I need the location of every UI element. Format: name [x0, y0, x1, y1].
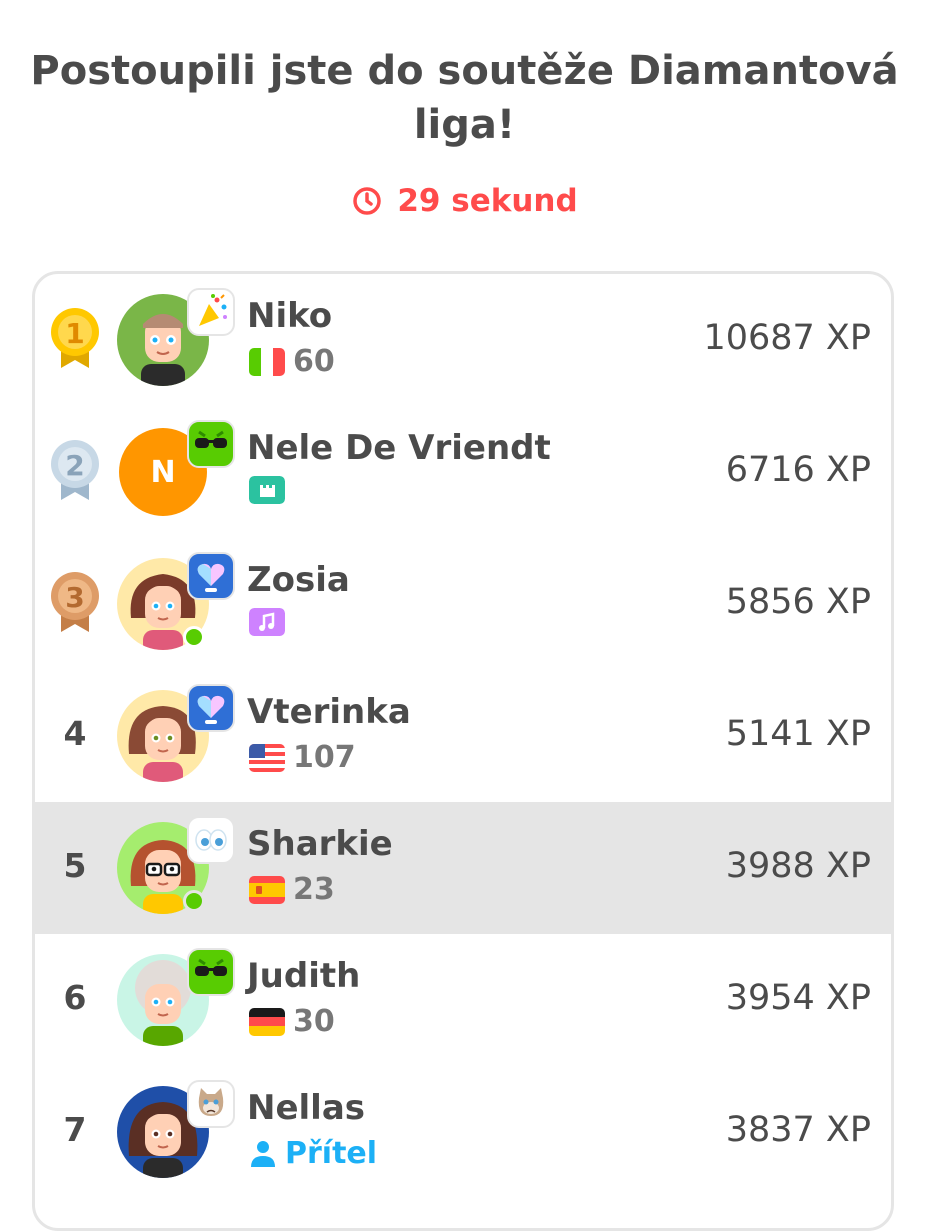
- streak-count: 60: [293, 344, 335, 379]
- medal-rank-number: 3: [65, 581, 84, 614]
- streak-info: 30: [249, 1004, 335, 1039]
- course-info: [249, 476, 285, 504]
- friend-text: Přítel: [285, 1136, 378, 1171]
- leaderboard-row[interactable]: 4 Vterinka 107 5141 XP: [35, 670, 891, 802]
- streak-count: 30: [293, 1004, 335, 1039]
- leaderboard-row[interactable]: 2 N Nele De Vriendt 6716 XP: [35, 406, 891, 538]
- xp-value: 10687 XP: [703, 318, 871, 358]
- music-note-icon: [249, 608, 285, 636]
- rank-number: 4: [63, 714, 87, 753]
- xp-value: 3837 XP: [725, 1110, 871, 1150]
- grumpy-cat-icon: [187, 1080, 235, 1128]
- streak-info: 23: [249, 872, 335, 907]
- spain-flag-icon: [249, 875, 285, 904]
- user-name: Zosia: [247, 560, 350, 600]
- xp-value: 5856 XP: [725, 582, 871, 622]
- user-name: Vterinka: [247, 692, 411, 732]
- user-name: Sharkie: [247, 824, 393, 864]
- leaderboard-row[interactable]: 1 Niko 60 10687 XP: [35, 274, 891, 406]
- course-info: [249, 608, 285, 636]
- rank-number: 6: [63, 978, 87, 1017]
- bronze-medal-icon: 3: [49, 570, 101, 634]
- streak-info: 60: [249, 344, 335, 379]
- italy-flag-icon: [249, 347, 285, 376]
- medal-rank-number: 1: [65, 317, 84, 350]
- xp-value: 5141 XP: [725, 714, 871, 754]
- friend-label: Přítel: [249, 1136, 377, 1171]
- silver-medal-icon: 2: [49, 438, 101, 502]
- leaderboard-row[interactable]: 7 Nellas Přítel 3837 XP: [35, 1066, 891, 1198]
- rank-number: 7: [63, 1110, 87, 1149]
- user-name: Judith: [247, 956, 361, 996]
- eyes-icon: [187, 816, 235, 864]
- title-line-2: liga!: [413, 102, 516, 148]
- countdown-timer: 29 sekund: [0, 183, 929, 219]
- leaderboard-row[interactable]: 3 Zosia 5856 XP: [35, 538, 891, 670]
- xp-value: 6716 XP: [725, 450, 871, 490]
- user-name: Niko: [247, 296, 333, 336]
- heart-trophy-icon: [187, 684, 235, 732]
- party-popper-icon: [187, 288, 235, 336]
- gold-medal-icon: 1: [49, 306, 101, 370]
- castle-icon: [249, 476, 285, 504]
- leaderboard-row[interactable]: 6 Judith 30 3954 XP: [35, 934, 891, 1066]
- sunglasses-icon: [187, 420, 235, 468]
- xp-value: 3988 XP: [725, 846, 871, 886]
- title-line-1: Postoupili jste do soutěže Diamantová: [30, 48, 899, 94]
- germany-flag-icon: [249, 1007, 285, 1036]
- sunglasses-icon: [187, 948, 235, 996]
- streak-count: 107: [293, 740, 356, 775]
- rank-number: 5: [63, 846, 87, 885]
- timer-text: 29 sekund: [397, 183, 578, 219]
- streak-info: 107: [249, 740, 356, 775]
- user-name: Nellas: [247, 1088, 366, 1128]
- heart-trophy-icon: [187, 552, 235, 600]
- person-icon: [251, 1140, 275, 1167]
- user-name: Nele De Vriendt: [247, 428, 551, 468]
- streak-count: 23: [293, 872, 335, 907]
- page-title: Postoupili jste do soutěže Diamantová li…: [0, 44, 929, 152]
- xp-value: 3954 XP: [725, 978, 871, 1018]
- online-status-dot: [183, 626, 205, 648]
- online-status-dot: [183, 890, 205, 912]
- medal-rank-number: 2: [65, 449, 84, 482]
- leaderboard: 1 Niko 60 10687 XP 2 N Nele De Vriendt 6…: [32, 271, 894, 1231]
- leaderboard-row-current-user[interactable]: 5 Sharkie 23 3988 XP: [35, 802, 891, 934]
- clock-icon: [353, 187, 382, 215]
- usa-flag-icon: [249, 743, 285, 772]
